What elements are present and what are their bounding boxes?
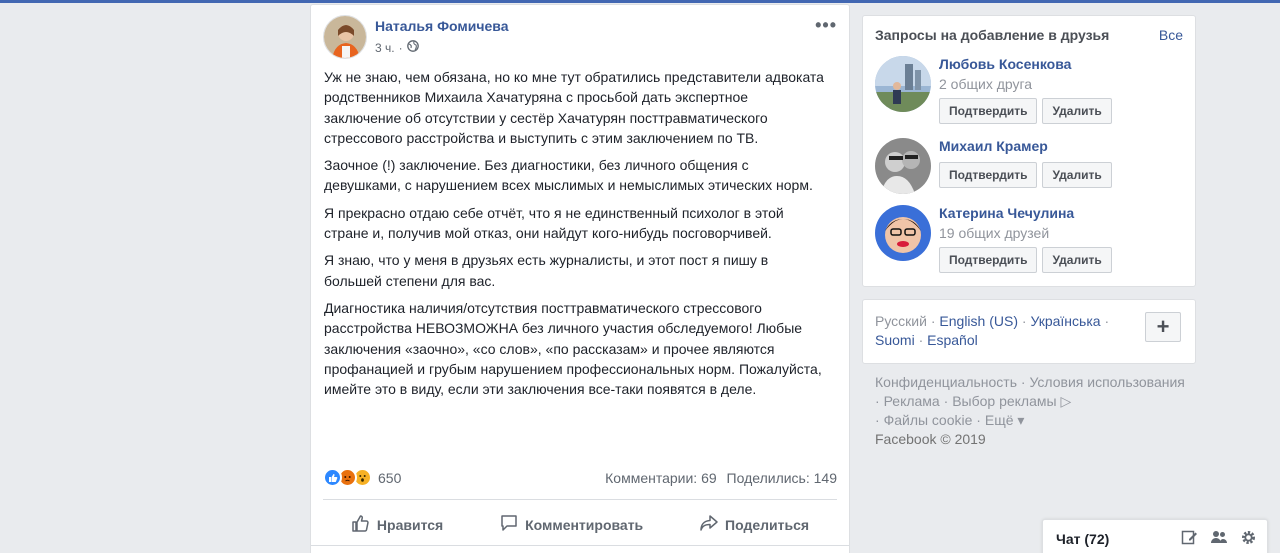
meta-separator: · [398, 40, 403, 55]
post-body: Уж не знаю, чем обязана, но ко мне тут о… [324, 67, 829, 406]
like-reaction-icon [323, 468, 342, 487]
delete-button[interactable]: Удалить [1042, 98, 1112, 124]
comment-label: Комментировать [525, 516, 644, 533]
shares-count[interactable]: Поделились: 149 [727, 470, 837, 486]
gear-icon[interactable] [1240, 529, 1257, 551]
more-link[interactable]: Ещё [985, 412, 1014, 428]
post-stats: Комментарии: 69 Поделились: 149 [605, 470, 837, 486]
caret-down-icon: ▾ [1013, 412, 1025, 428]
post-paragraph: Диагностика наличия/отсутствия посттравм… [324, 299, 822, 398]
post-time[interactable]: 3 ч. [375, 41, 395, 55]
ad-choices-icon: ▷ [1056, 393, 1072, 409]
post-meta: 3 ч. · [375, 40, 419, 55]
like-button[interactable]: Нравится [341, 509, 453, 540]
terms-link[interactable]: Условия использования [1029, 374, 1184, 390]
post-author[interactable]: Наталья Фомичева [375, 18, 509, 34]
copyright: Facebook © 2019 [875, 431, 986, 447]
comment-button[interactable]: Комментировать [489, 509, 653, 540]
language-panel: Русский · English (US) · Українська · Su… [862, 299, 1196, 364]
post-paragraph: Я знаю, что у меня в друзьях есть журнал… [324, 252, 769, 289]
chat-toolbar [1181, 529, 1257, 551]
top-nav-edge [0, 0, 1280, 3]
share-label: Поделиться [725, 516, 810, 533]
divider [311, 545, 849, 546]
ads-link[interactable]: Реклама [884, 393, 940, 409]
share-button[interactable]: Поделиться [689, 509, 819, 540]
mutual-friends[interactable]: 19 общих друзей [939, 225, 1049, 241]
language-list: Русский · English (US) · Українська · Su… [875, 313, 1110, 348]
language-option[interactable]: Suomi [875, 332, 915, 348]
privacy-link[interactable]: Конфиденциальность [875, 374, 1017, 390]
language-option[interactable]: English (US) [939, 313, 1018, 329]
current-language: Русский [875, 313, 927, 329]
chat-bar[interactable]: Чат (72) [1042, 519, 1268, 553]
cookies-link[interactable]: Файлы cookie [884, 412, 973, 428]
author-avatar[interactable] [323, 15, 367, 59]
delete-button[interactable]: Удалить [1042, 247, 1112, 273]
confirm-button[interactable]: Подтвердить [939, 162, 1038, 188]
post-paragraph: Я прекрасно отдаю себе отчёт, что я не е… [324, 204, 784, 242]
share-icon [699, 513, 719, 536]
new-group-icon[interactable] [1210, 529, 1228, 551]
reactions-summary[interactable]: 650 [323, 468, 401, 487]
see-all-link[interactable]: Все [1159, 27, 1183, 43]
friend-avatar[interactable] [875, 56, 931, 112]
add-language-button[interactable]: + [1145, 312, 1181, 342]
more-options-icon[interactable]: ••• [815, 15, 837, 36]
ad-choices-link[interactable]: Выбор рекламы [952, 393, 1056, 409]
post-actions: Нравится Комментировать Поделиться [323, 509, 837, 540]
request-buttons: Подтвердить Удалить [939, 247, 1112, 273]
panel-title: Запросы на добавление в друзья [875, 27, 1110, 43]
friend-request-item: Михаил Крамер Подтвердить Удалить [875, 138, 1185, 208]
friend-avatar[interactable] [875, 205, 931, 261]
friend-request-item: Любовь Косенкова 2 общих друга Подтверди… [875, 56, 1185, 126]
news-feed-post: Наталья Фомичева 3 ч. · ••• Уж не знаю, … [310, 4, 850, 553]
mutual-friends[interactable]: 2 общих друга [939, 76, 1032, 92]
friend-request-item: Катерина Чечулина 19 общих друзей Подтве… [875, 205, 1185, 275]
confirm-button[interactable]: Подтвердить [939, 98, 1038, 124]
post-paragraph: Уж не знаю, чем обязана, но ко мне тут о… [324, 69, 824, 146]
chat-label[interactable]: Чат (72) [1056, 531, 1109, 547]
like-label: Нравится [376, 516, 444, 533]
language-option[interactable]: Українська [1030, 313, 1100, 329]
globe-icon[interactable] [406, 40, 419, 55]
delete-button[interactable]: Удалить [1042, 162, 1112, 188]
thumbs-up-icon [351, 513, 371, 536]
request-buttons: Подтвердить Удалить [939, 162, 1112, 188]
language-option[interactable]: Español [927, 332, 978, 348]
friend-name[interactable]: Михаил Крамер [939, 138, 1048, 154]
friend-avatar[interactable] [875, 138, 931, 194]
footer-links: Конфиденциальность · Условия использован… [875, 374, 1185, 447]
compose-icon[interactable] [1181, 529, 1198, 551]
post-paragraph: Заочное (!) заключение. Без диагностики,… [324, 157, 813, 194]
friend-requests-panel: Запросы на добавление в друзья Все Любов… [862, 15, 1196, 287]
divider [323, 499, 837, 500]
comments-count[interactable]: Комментарии: 69 [605, 470, 717, 486]
friend-name[interactable]: Катерина Чечулина [939, 205, 1074, 221]
confirm-button[interactable]: Подтвердить [939, 247, 1038, 273]
request-buttons: Подтвердить Удалить [939, 98, 1112, 124]
friend-name[interactable]: Любовь Косенкова [939, 56, 1071, 72]
comment-icon [499, 513, 519, 536]
reactions-count[interactable]: 650 [378, 470, 401, 486]
